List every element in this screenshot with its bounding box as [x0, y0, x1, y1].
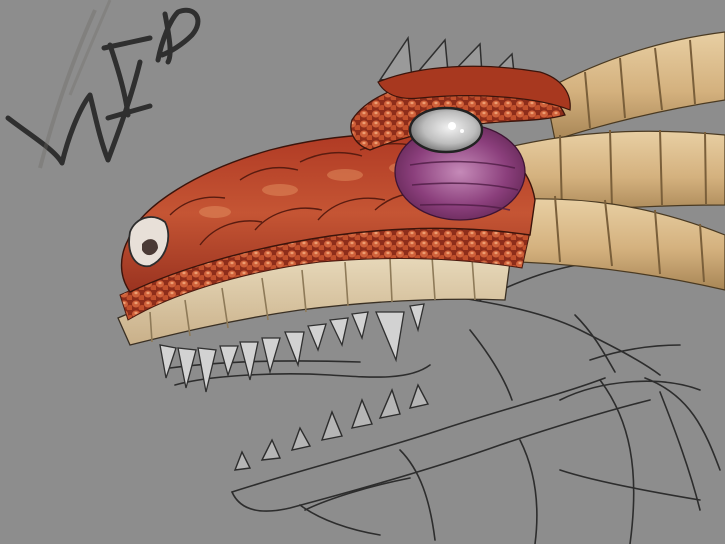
lower-teeth-sketch	[233, 383, 430, 471]
eye	[408, 106, 484, 154]
artwork-canvas: WIP	[0, 0, 725, 544]
dragon-head-drawing	[5, 0, 725, 544]
horn-top	[544, 31, 725, 141]
eye-highlight	[448, 122, 456, 130]
wip-handwriting	[5, 7, 201, 166]
